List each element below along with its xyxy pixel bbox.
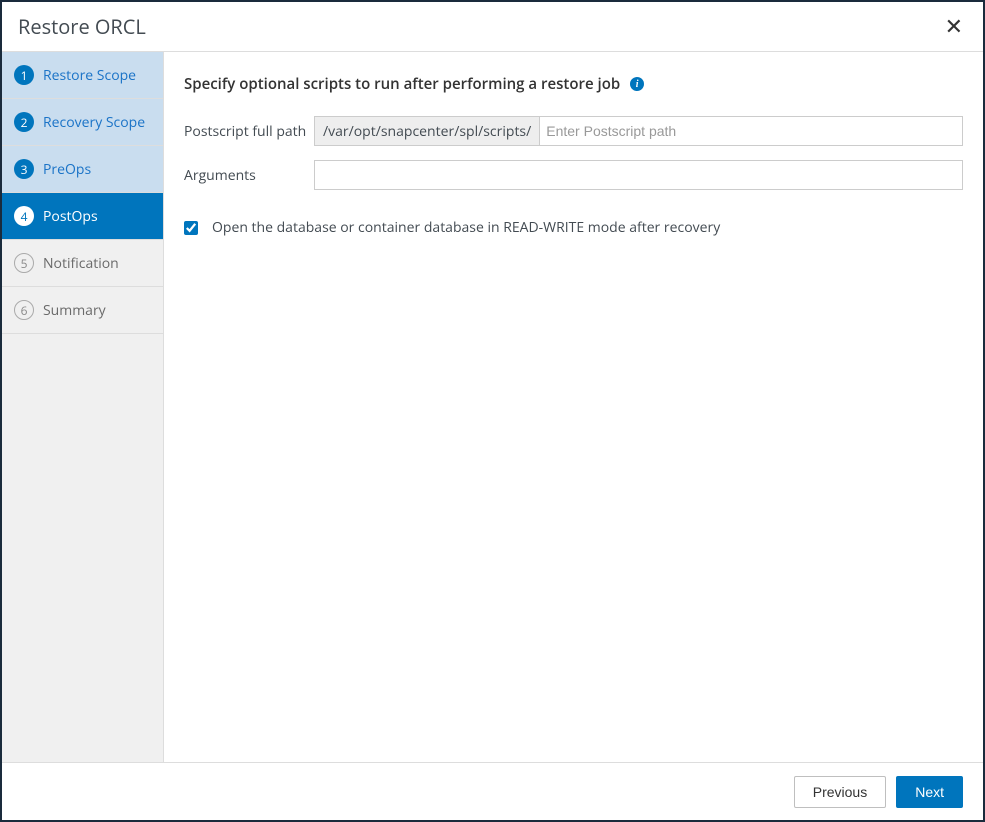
arguments-input[interactable]: [314, 160, 963, 190]
sidebar-step-summary[interactable]: 6 Summary: [2, 287, 163, 334]
modal-footer: Previous Next: [2, 762, 983, 820]
modal-title: Restore ORCL: [18, 13, 146, 40]
open-db-checkbox-row: Open the database or container database …: [184, 218, 963, 237]
sidebar-step-preops[interactable]: 3 PreOps: [2, 146, 163, 193]
step-label: Recovery Scope: [43, 113, 145, 132]
step-number-icon: 1: [14, 65, 34, 85]
modal-body: 1 Restore Scope 2 Recovery Scope 3 PreOp…: [2, 52, 983, 762]
step-label: PreOps: [43, 160, 91, 179]
step-number-icon: 2: [14, 112, 34, 132]
open-db-checkbox[interactable]: [184, 221, 198, 235]
step-label: Restore Scope: [43, 66, 136, 85]
step-label: PostOps: [43, 207, 98, 226]
step-number-icon: 5: [14, 253, 34, 273]
sidebar-step-recovery-scope[interactable]: 2 Recovery Scope: [2, 99, 163, 146]
arguments-row: Arguments: [184, 160, 963, 190]
postscript-path-label: Postscript full path: [184, 122, 314, 141]
step-label: Summary: [43, 301, 106, 320]
sidebar-step-postops[interactable]: 4 PostOps: [2, 193, 163, 240]
postscript-path-group: /var/opt/snapcenter/spl/scripts/: [314, 116, 963, 146]
content-panel: Specify optional scripts to run after pe…: [164, 52, 983, 762]
postscript-path-row: Postscript full path /var/opt/snapcenter…: [184, 116, 963, 146]
step-number-icon: 3: [14, 159, 34, 179]
modal-header: Restore ORCL ✕: [2, 2, 983, 52]
open-db-checkbox-label: Open the database or container database …: [212, 218, 720, 237]
postscript-prefix: /var/opt/snapcenter/spl/scripts/: [315, 117, 540, 145]
step-number-icon: 4: [14, 206, 34, 226]
sidebar-step-notification[interactable]: 5 Notification: [2, 240, 163, 287]
step-label: Notification: [43, 254, 119, 273]
previous-button[interactable]: Previous: [794, 776, 886, 808]
restore-modal: Restore ORCL ✕ 1 Restore Scope 2 Recover…: [0, 0, 985, 822]
content-heading: Specify optional scripts to run after pe…: [184, 74, 963, 94]
wizard-sidebar: 1 Restore Scope 2 Recovery Scope 3 PreOp…: [2, 52, 164, 762]
postscript-path-input[interactable]: [540, 117, 962, 145]
close-icon[interactable]: ✕: [937, 12, 971, 42]
step-number-icon: 6: [14, 300, 34, 320]
arguments-label: Arguments: [184, 166, 314, 185]
info-icon[interactable]: i: [630, 77, 644, 91]
heading-text: Specify optional scripts to run after pe…: [184, 74, 620, 94]
next-button[interactable]: Next: [896, 776, 963, 808]
sidebar-step-restore-scope[interactable]: 1 Restore Scope: [2, 52, 163, 99]
